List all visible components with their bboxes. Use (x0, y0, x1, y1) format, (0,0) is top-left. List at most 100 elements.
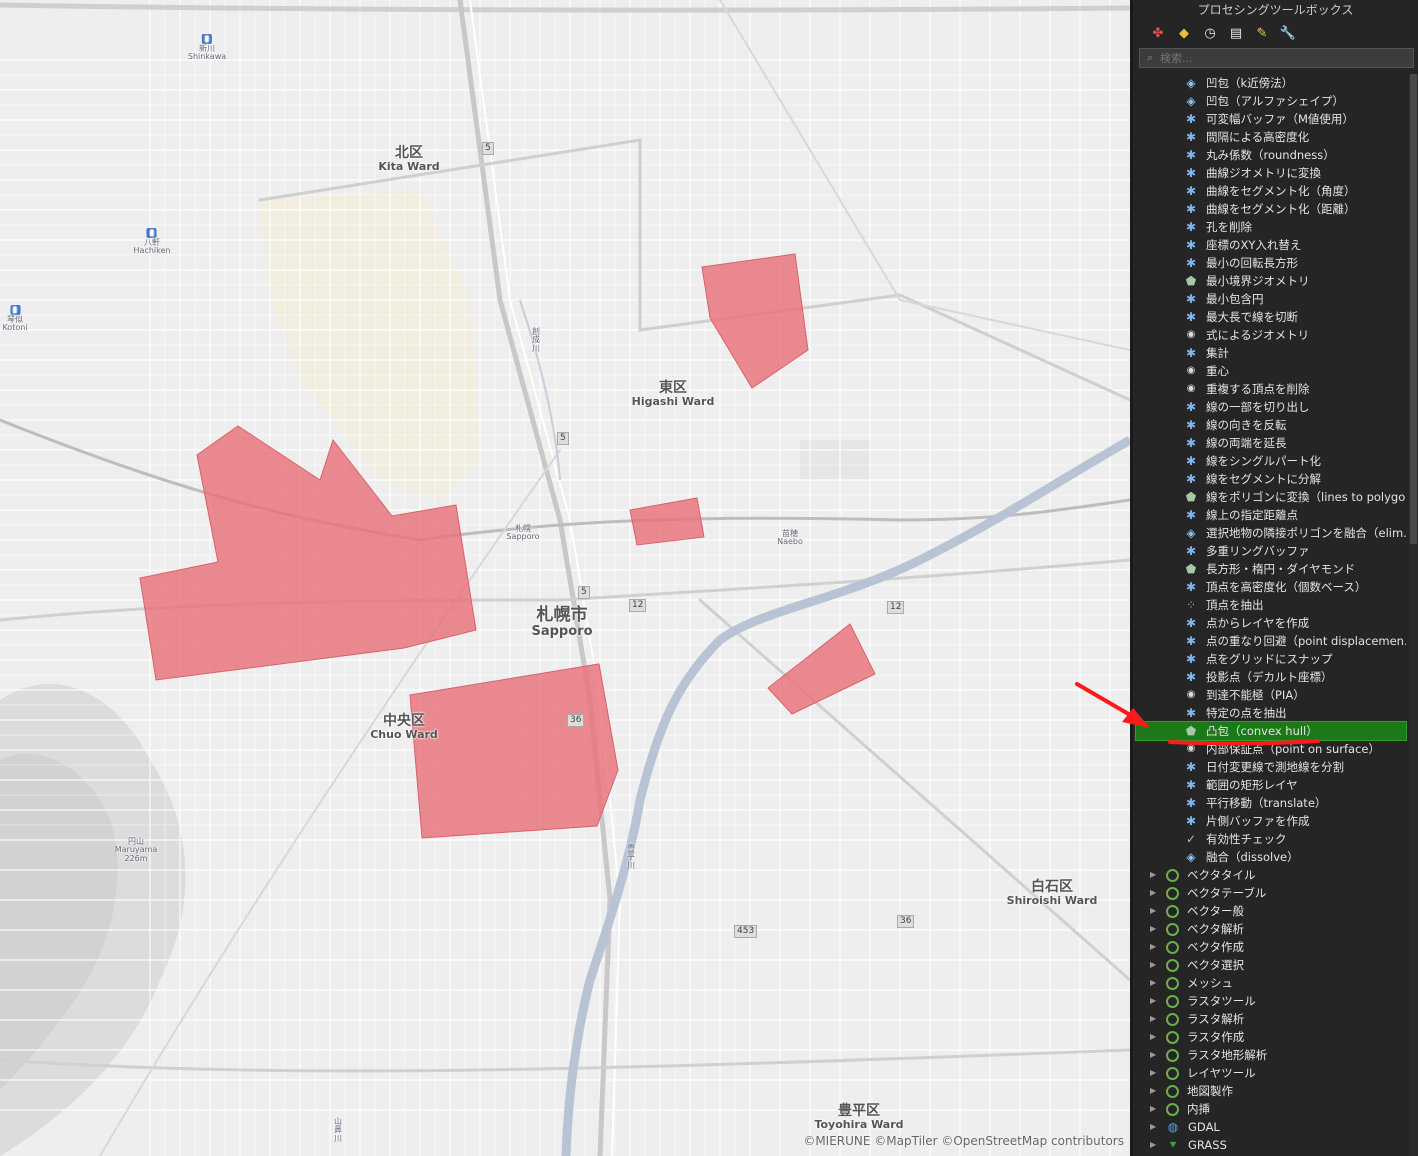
search-box[interactable]: ⌕ (1139, 48, 1414, 68)
algorithm-item[interactable]: ✱ 曲線をセグメント化（距離） (1136, 200, 1406, 218)
algorithm-tree[interactable]: ◈ 凹包（k近傍法） ◈ 凹包（アルファシェイプ） ✱ 可変幅バッファ（M値使用） ✱ 間隔に… (1135, 74, 1407, 1154)
group-label: 地図製作 (1187, 1084, 1233, 1098)
edit-features-icon[interactable]: ✎ (1251, 23, 1273, 43)
provider-group[interactable]: ▶ 内挿 (1136, 1100, 1406, 1118)
algorithm-item[interactable]: ◉ 到達不能極（PIA） (1136, 686, 1406, 704)
algorithm-item[interactable]: ✱ 線の両端を延長 (1136, 434, 1406, 452)
expand-arrow-icon[interactable]: ▶ (1150, 956, 1160, 974)
algorithm-item[interactable]: ✱ 最小包含円 (1136, 290, 1406, 308)
expression-icon: ◉ (1186, 365, 1196, 376)
algorithm-item[interactable]: ✱ 線上の指定距離点 (1136, 506, 1406, 524)
algorithm-label: 線をシングルパート化 (1206, 454, 1321, 468)
scrollbar-thumb[interactable] (1410, 74, 1417, 544)
provider-group[interactable]: ▶ メッシュ (1136, 974, 1406, 992)
provider-group[interactable]: ▶ ベクタ作成 (1136, 938, 1406, 956)
algorithm-item[interactable]: ✱ 片側バッファを作成 (1136, 812, 1406, 830)
algorithm-item[interactable]: ✱ 平行移動（translate） (1136, 794, 1406, 812)
expand-arrow-icon[interactable]: ▶ (1150, 1010, 1160, 1028)
provider-group[interactable]: ▶ ベクタ解析 (1136, 920, 1406, 938)
expand-arrow-icon[interactable]: ▶ (1150, 1136, 1160, 1154)
algorithm-item[interactable]: ✱ 座標のXY入れ替え (1136, 236, 1406, 254)
algorithm-item[interactable]: ✱ 特定の点を抽出 (1136, 704, 1406, 722)
algorithm-item[interactable]: ⬟ 最小境界ジオメトリ (1136, 272, 1406, 290)
tree-scrollbar[interactable] (1409, 74, 1418, 1156)
algorithm-item[interactable]: ✱ 線をシングルパート化 (1136, 452, 1406, 470)
algorithm-item[interactable]: ✱ 最大長で線を切断 (1136, 308, 1406, 326)
algorithm-item[interactable]: ✓ 有効性チェック (1136, 830, 1406, 848)
expand-arrow-icon[interactable]: ▶ (1150, 866, 1160, 884)
algorithm-item[interactable]: ⁘ 頂点を抽出 (1136, 596, 1406, 614)
algorithm-item[interactable]: ✱ 点の重なり回避（point displacemen... (1136, 632, 1406, 650)
expand-arrow-icon[interactable]: ▶ (1150, 1118, 1160, 1136)
algorithm-item[interactable]: ✱ 集計 (1136, 344, 1406, 362)
provider-group[interactable]: ▶ ラスタ地形解析 (1136, 1046, 1406, 1064)
provider-group[interactable]: ▶ ベクター般 (1136, 902, 1406, 920)
algorithm-item[interactable]: ◉ 内部保証点（point on surface） (1136, 740, 1406, 758)
algorithm-item[interactable]: ◉ 式によるジオメトリ (1136, 326, 1406, 344)
algorithm-item[interactable]: ✱ 線をセグメントに分解 (1136, 470, 1406, 488)
expand-arrow-icon[interactable]: ▶ (1150, 1028, 1160, 1046)
train-station-icon: ▮ (146, 228, 157, 238)
models-icon[interactable]: ✤ (1147, 23, 1169, 43)
algorithm-item[interactable]: ✱ 点からレイヤを作成 (1136, 614, 1406, 632)
algorithm-item[interactable]: ✱ 頂点を高密度化（個数ベース） (1136, 578, 1406, 596)
algorithm-item[interactable]: ✱ 多重リングバッファ (1136, 542, 1406, 560)
algorithm-item[interactable]: ◉ 重複する頂点を削除 (1136, 380, 1406, 398)
history-icon[interactable]: ◷ (1199, 23, 1221, 43)
group-label: ベクタタイル (1187, 868, 1256, 882)
provider-group[interactable]: ▶ ベクタタイル (1136, 866, 1406, 884)
algorithm-label: 曲線をセグメント化（距離） (1206, 202, 1356, 216)
algorithm-item[interactable]: ✱ 間隔による高密度化 (1136, 128, 1406, 146)
expand-arrow-icon[interactable]: ▶ (1150, 1064, 1160, 1082)
algorithm-item[interactable]: ◈ 凹包（アルファシェイプ） (1136, 92, 1406, 110)
provider-group[interactable]: ▶ ベクタ選択 (1136, 956, 1406, 974)
map-label-kotoni-station: ▮ 琴似 Kotoni (2, 305, 28, 333)
map-canvas[interactable]: 北区 Kita Ward 東区 Higashi Ward 中央区 Chuo Ward … (0, 0, 1130, 1156)
algorithm-item[interactable]: ✱ 曲線をセグメント化（角度） (1136, 182, 1406, 200)
expand-arrow-icon[interactable]: ▶ (1150, 902, 1160, 920)
results-icon[interactable]: ▤ (1225, 23, 1247, 43)
provider-group[interactable]: ▶ レイヤツール (1136, 1064, 1406, 1082)
algorithm-item[interactable]: ◈ 凹包（k近傍法） (1136, 74, 1406, 92)
provider-group[interactable]: ▶ ◍ GDAL (1136, 1118, 1406, 1136)
expand-arrow-icon[interactable]: ▶ (1150, 974, 1160, 992)
provider-group[interactable]: ▶ 地図製作 (1136, 1082, 1406, 1100)
algorithm-item[interactable]: ✱ 線の一部を切り出し (1136, 398, 1406, 416)
algorithm-item[interactable]: ◈ 選択地物の隣接ポリゴンを融合（elim... (1136, 524, 1406, 542)
options-icon[interactable]: 🔧 (1277, 23, 1299, 43)
provider-group[interactable]: ▶ ラスタツール (1136, 992, 1406, 1010)
python-icon[interactable]: ◆ (1173, 23, 1195, 43)
algorithm-item[interactable]: ✱ 最小の回転長方形 (1136, 254, 1406, 272)
expand-arrow-icon[interactable]: ▶ (1150, 1046, 1160, 1064)
expand-arrow-icon[interactable]: ▶ (1150, 1082, 1160, 1100)
group-label: ラスタ作成 (1187, 1030, 1245, 1044)
gear-icon: ✱ (1185, 634, 1197, 648)
expand-arrow-icon[interactable]: ▶ (1150, 884, 1160, 902)
expand-arrow-icon[interactable]: ▶ (1150, 920, 1160, 938)
algorithm-item[interactable]: ◈ 融合（dissolve） (1136, 848, 1406, 866)
provider-group[interactable]: ▶ ラスタ解析 (1136, 1010, 1406, 1028)
expand-arrow-icon[interactable]: ▶ (1150, 992, 1160, 1010)
algorithm-item[interactable]: ⬟ 線をポリゴンに変換（lines to polygo... (1136, 488, 1406, 506)
algorithm-item[interactable]: ✱ 孔を削除 (1136, 218, 1406, 236)
algorithm-item[interactable]: ✱ 曲線ジオメトリに変換 (1136, 164, 1406, 182)
search-input[interactable] (1160, 51, 1390, 65)
algorithm-item[interactable]: ✱ 日付変更線で測地線を分割 (1136, 758, 1406, 776)
algorithm-item[interactable]: ✱ 点をグリッドにスナップ (1136, 650, 1406, 668)
algorithm-item[interactable]: ◉ 重心 (1136, 362, 1406, 380)
algorithm-item[interactable]: ⬟ 長方形・楕円・ダイヤモンド (1136, 560, 1406, 578)
map-attribution: ©MIERUNE ©MapTiler ©OpenStreetMap contri… (803, 1134, 1124, 1148)
map-label-higashi-ward: 東区 Higashi Ward (631, 380, 715, 408)
algorithm-item[interactable]: ✱ 線の向きを反転 (1136, 416, 1406, 434)
algorithm-item[interactable]: ✱ 丸み係数（roundness） (1136, 146, 1406, 164)
provider-group[interactable]: ▶ ベクタテーブル (1136, 884, 1406, 902)
algorithm-item-convex-hull[interactable]: ⬟ 凸包（convex hull） (1135, 721, 1407, 741)
gear-icon: ✱ (1185, 184, 1197, 198)
provider-group[interactable]: ▶ ラスタ作成 (1136, 1028, 1406, 1046)
expand-arrow-icon[interactable]: ▶ (1150, 1100, 1160, 1118)
algorithm-item[interactable]: ✱ 範囲の矩形レイヤ (1136, 776, 1406, 794)
algorithm-item[interactable]: ✱ 可変幅バッファ（M値使用） (1136, 110, 1406, 128)
provider-group[interactable]: ▶ ⯆ GRASS (1136, 1136, 1406, 1154)
algorithm-item[interactable]: ✱ 投影点（デカルト座標） (1136, 668, 1406, 686)
expand-arrow-icon[interactable]: ▶ (1150, 938, 1160, 956)
